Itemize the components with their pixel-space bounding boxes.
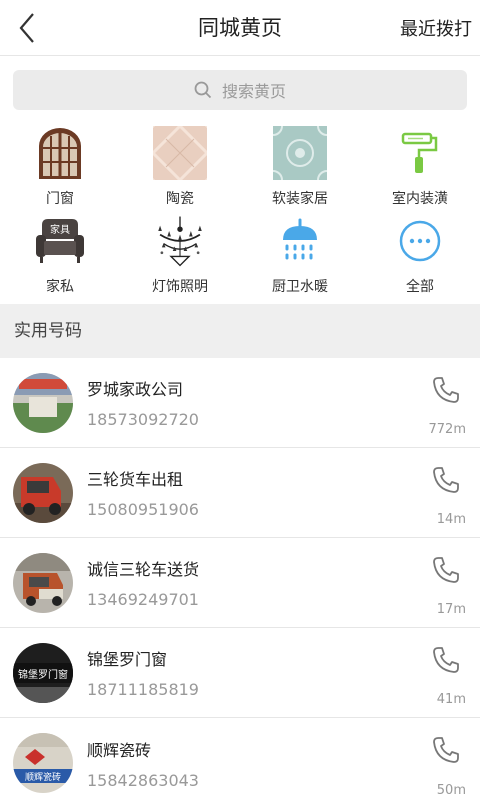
sofa-sign-text: 家具: [50, 223, 70, 236]
phone-icon[interactable]: [432, 646, 460, 674]
contact-list: 罗城家政公司 18573092720 772m 三轮货车出租 150809519…: [0, 358, 480, 800]
contact-name: 诚信三轮车送货: [87, 560, 200, 579]
back-button[interactable]: [18, 8, 48, 48]
category-label: 灯饰照明: [152, 279, 208, 295]
top-bar: 同城黄页 最近拨打: [0, 0, 480, 56]
category-label: 陶瓷: [166, 191, 194, 207]
category-tile[interactable]: 陶瓷: [120, 124, 240, 212]
contact-phone: 18573092720: [87, 410, 199, 429]
category-label: 室内装潢: [392, 191, 448, 207]
avatar: 锦堡罗门窗: [13, 642, 73, 703]
contact-row[interactable]: 顺辉瓷砖 顺辉瓷砖 15842863043 50m: [0, 718, 480, 800]
sofa-icon: 家具: [36, 219, 84, 263]
phone-icon[interactable]: [432, 736, 460, 764]
chandelier-icon: [158, 216, 202, 267]
contact-phone: 13469249701: [87, 590, 199, 609]
category-interior[interactable]: 室内装潢: [360, 124, 480, 212]
contact-name: 三轮货车出租: [87, 470, 184, 489]
contact-row[interactable]: 罗城家政公司 18573092720 772m: [0, 358, 480, 448]
category-label: 软装家居: [272, 191, 328, 207]
avatar: [13, 462, 73, 523]
recent-calls-button[interactable]: 最近拨打: [400, 15, 472, 41]
search-icon: [194, 81, 212, 99]
category-label: 门窗: [46, 191, 74, 207]
distance-label: 772m: [428, 422, 466, 437]
phone-icon[interactable]: [432, 376, 460, 404]
chevron-left-icon: [19, 12, 34, 43]
contact-row[interactable]: 诚信三轮车送货 13469249701 17m: [0, 538, 480, 628]
contact-phone: 15080951906: [87, 500, 199, 519]
category-lighting[interactable]: 灯饰照明: [120, 212, 240, 300]
tile-sign-text: 顺辉瓷砖: [25, 771, 61, 783]
wallpaper-icon: [273, 126, 327, 180]
shop-sign-text: 锦堡罗门窗: [18, 668, 68, 681]
category-all[interactable]: 全部: [360, 212, 480, 300]
distance-label: 14m: [436, 512, 466, 527]
category-label: 全部: [406, 279, 434, 295]
category-kitchen-bath[interactable]: 厨卫水暖: [240, 212, 360, 300]
window-icon: [39, 128, 81, 179]
avatar: [13, 372, 73, 433]
distance-label: 50m: [436, 783, 466, 798]
distance-label: 17m: [436, 602, 466, 617]
category-soft-furnishing[interactable]: 软装家居: [240, 124, 360, 212]
category-furniture[interactable]: 家具 家私: [0, 212, 120, 300]
shower-icon: [283, 218, 317, 260]
more-icon: [399, 220, 441, 262]
category-label: 厨卫水暖: [272, 279, 328, 295]
phone-icon[interactable]: [432, 466, 460, 494]
phone-icon[interactable]: [432, 556, 460, 584]
contact-name: 锦堡罗门窗: [87, 650, 168, 669]
search-input[interactable]: 搜索黄页: [13, 70, 467, 110]
contact-name: 罗城家政公司: [87, 380, 184, 399]
contact-row[interactable]: 锦堡罗门窗 锦堡罗门窗 18711185819 41m: [0, 628, 480, 718]
contact-phone: 18711185819: [87, 680, 199, 699]
section-header: 实用号码: [0, 304, 480, 358]
search-placeholder: 搜索黄页: [221, 82, 286, 101]
category-label: 家私: [46, 279, 74, 295]
avatar: 顺辉瓷砖: [13, 733, 73, 793]
tile-icon: [153, 126, 207, 180]
contact-row[interactable]: 三轮货车出租 15080951906 14m: [0, 448, 480, 538]
avatar: [13, 552, 73, 613]
paint-roller-icon: [401, 132, 438, 173]
contact-phone: 15842863043: [87, 770, 199, 790]
category-grid: 门窗 陶瓷 软装家居 室内装潢 家具 家私 灯饰照明 厨卫水暖 全部: [0, 120, 480, 300]
contact-name: 顺辉瓷砖: [87, 740, 152, 760]
distance-label: 41m: [436, 692, 466, 707]
category-window[interactable]: 门窗: [0, 124, 120, 212]
